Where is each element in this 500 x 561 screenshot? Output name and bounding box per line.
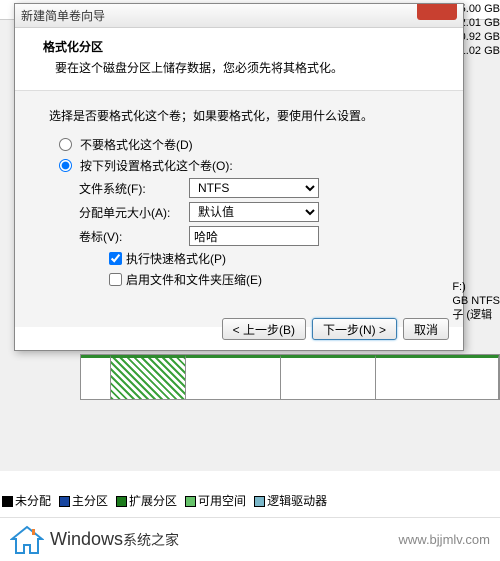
disk-track[interactable]	[80, 354, 500, 400]
filesystem-label: 文件系统(F):	[79, 180, 189, 197]
disk-segment[interactable]	[111, 355, 186, 399]
back-button[interactable]: < 上一步(B)	[222, 318, 306, 340]
partition-info: F:) GB NTFS 子 (逻辑	[452, 280, 500, 322]
radio-no-format[interactable]	[59, 138, 72, 151]
brand-text: Windows系统之家	[50, 529, 179, 550]
filesystem-select[interactable]: NTFS	[189, 178, 319, 198]
bg-size: 2.01 GB	[460, 16, 500, 30]
volume-label-input[interactable]	[189, 226, 319, 246]
next-button[interactable]: 下一步(N) >	[312, 318, 397, 340]
brand-main: Windows	[50, 529, 123, 549]
close-button[interactable]	[417, 4, 457, 20]
disk-segment[interactable]	[81, 355, 111, 399]
brand-sub: 系统之家	[123, 532, 179, 548]
allocation-label: 分配单元大小(A):	[79, 204, 189, 221]
cancel-button[interactable]: 取消	[403, 318, 449, 340]
format-settings: 文件系统(F): NTFS 分配单元大小(A): 默认值 卷标(V): 执行快速…	[79, 178, 443, 288]
bg-size: 5.00 GB	[460, 2, 500, 16]
quick-format-label: 执行快速格式化(P)	[126, 250, 226, 267]
radio-no-format-label: 不要格式化这个卷(D)	[80, 136, 193, 153]
partition-letter: F:)	[452, 280, 500, 294]
legend-logical: 逻辑驱动器	[267, 494, 327, 508]
dialog-subheading: 要在这个磁盘分区上储存数据，您必须先将其格式化。	[43, 59, 445, 76]
legend-swatch-free	[185, 496, 196, 507]
titlebar[interactable]: 新建简单卷向导	[15, 4, 463, 28]
legend-swatch-unallocated	[2, 496, 13, 507]
compress-label: 启用文件和文件夹压缩(E)	[126, 271, 262, 288]
legend-primary: 主分区	[72, 494, 108, 508]
partition-fs: GB NTFS	[452, 294, 500, 308]
house-icon	[10, 525, 44, 555]
legend-unallocated: 未分配	[15, 494, 51, 508]
dialog-content: 选择是否要格式化这个卷；如果要格式化，要使用什么设置。 不要格式化这个卷(D) …	[15, 91, 463, 327]
compress-checkbox[interactable]	[109, 273, 122, 286]
radio-format-label: 按下列设置格式化这个卷(O):	[80, 157, 233, 174]
legend: 未分配 主分区 扩展分区 可用空间 逻辑驱动器	[2, 492, 327, 509]
volume-label-label: 卷标(V):	[79, 228, 189, 245]
radio-format-row[interactable]: 按下列设置格式化这个卷(O):	[59, 157, 443, 174]
watermark-footer: Windows系统之家 www.bjjmlv.com	[0, 517, 500, 561]
prompt-text: 选择是否要格式化这个卷；如果要格式化，要使用什么设置。	[49, 107, 443, 124]
radio-no-format-row[interactable]: 不要格式化这个卷(D)	[59, 136, 443, 153]
dialog-heading: 格式化分区	[43, 38, 445, 55]
bg-size: 0.92 GB	[460, 30, 500, 44]
legend-swatch-extended	[116, 496, 127, 507]
disk-segment[interactable]	[186, 355, 281, 399]
button-row: < 上一步(B) 下一步(N) > 取消	[222, 318, 449, 340]
allocation-select[interactable]: 默认值	[189, 202, 319, 222]
footer-logo: Windows系统之家	[10, 525, 179, 555]
disk-layout	[10, 354, 500, 414]
footer-url: www.bjjmlv.com	[399, 532, 491, 547]
wizard-dialog: 新建简单卷向导 格式化分区 要在这个磁盘分区上储存数据，您必须先将其格式化。 选…	[14, 3, 464, 351]
quick-format-row[interactable]: 执行快速格式化(P)	[109, 250, 443, 267]
radio-format[interactable]	[59, 159, 72, 172]
bg-size: 1.02 GB	[460, 44, 500, 58]
compress-row[interactable]: 启用文件和文件夹压缩(E)	[109, 271, 443, 288]
disk-segment[interactable]	[376, 355, 499, 399]
dialog-header: 格式化分区 要在这个磁盘分区上储存数据，您必须先将其格式化。	[15, 28, 463, 91]
window-title: 新建简单卷向导	[21, 7, 105, 24]
legend-swatch-primary	[59, 496, 70, 507]
quick-format-checkbox[interactable]	[109, 252, 122, 265]
disk-segment[interactable]	[281, 355, 376, 399]
legend-swatch-logical	[254, 496, 265, 507]
legend-free: 可用空间	[198, 494, 246, 508]
bg-size-list: 5.00 GB 2.01 GB 0.92 GB 1.02 GB	[460, 2, 500, 58]
partition-type: 子 (逻辑	[452, 308, 500, 322]
legend-extended: 扩展分区	[129, 494, 177, 508]
